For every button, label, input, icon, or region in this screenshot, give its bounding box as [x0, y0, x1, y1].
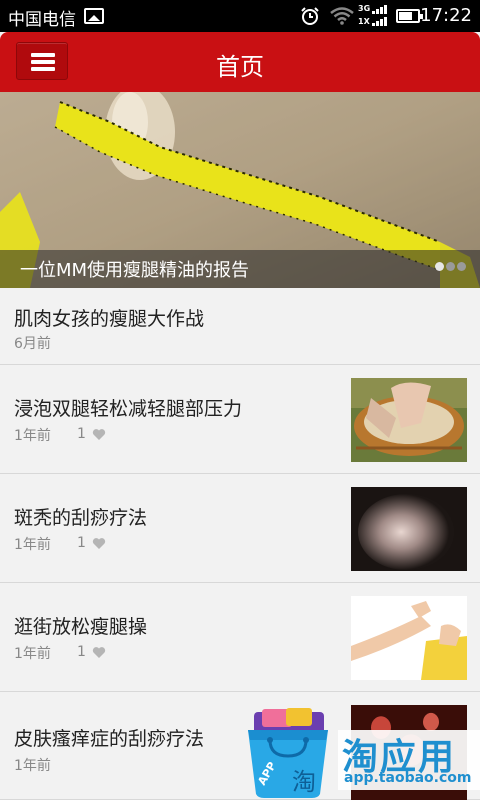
taobao-app-icon[interactable]: APP 淘: [242, 706, 334, 800]
article-title: 逛街放松瘦腿操: [14, 616, 148, 638]
article-title: 肌肉女孩的瘦腿大作战: [14, 308, 205, 330]
leg-exercise-image: [351, 596, 467, 680]
article-thumbnail: [351, 378, 467, 462]
network-1x-label: 1X: [358, 17, 370, 26]
list-item[interactable]: 肌肉女孩的瘦腿大作战 6月前: [0, 288, 480, 365]
alarm-icon: [301, 7, 319, 25]
shopping-bag-icon: APP 淘: [248, 708, 328, 798]
article-time: 6月前: [14, 336, 51, 352]
banner-dot[interactable]: [457, 262, 466, 271]
article-title: 斑秃的刮痧疗法: [14, 507, 148, 529]
page-title: 首页: [216, 53, 264, 81]
taobao-promo[interactable]: 淘应用 app.taobao.com: [338, 730, 480, 790]
banner-page-indicator: [433, 256, 466, 275]
article-thumbnail: [351, 487, 467, 571]
list-item[interactable]: 斑秃的刮痧疗法 1年前 1: [0, 474, 480, 583]
network-3g-label: 3G: [358, 4, 371, 13]
app-header: 首页: [0, 32, 480, 92]
image-notification-icon: [84, 8, 104, 24]
heart-icon[interactable]: [92, 537, 106, 550]
like-count: 1: [77, 535, 86, 551]
battery-level-fill: [399, 12, 412, 20]
article-thumbnail: [351, 596, 467, 680]
taobao-url: app.taobao.com: [344, 770, 472, 786]
list-item[interactable]: 浸泡双腿轻松减轻腿部压力 1年前 1: [0, 365, 480, 474]
footbath-image: [351, 378, 467, 462]
banner-dot[interactable]: [446, 262, 455, 271]
article-time: 1年前: [14, 758, 51, 774]
article-time: 1年前: [14, 428, 51, 444]
clock: 17:22: [420, 5, 472, 26]
article-title: 浸泡双腿轻松减轻腿部压力: [14, 398, 243, 420]
status-bar: 中国电信 3G 1X 17:22: [0, 0, 480, 32]
list-item[interactable]: 逛街放松瘦腿操 1年前 1: [0, 583, 480, 692]
banner-dot[interactable]: [435, 262, 444, 271]
banner-caption: 一位MM使用瘦腿精油的报告: [20, 260, 250, 281]
heart-icon[interactable]: [92, 646, 106, 659]
wifi-icon: [330, 7, 354, 25]
signal-bars-icon: [372, 17, 387, 26]
featured-banner[interactable]: 一位MM使用瘦腿精油的报告: [0, 92, 480, 288]
like-count: 1: [77, 426, 86, 442]
signal-bars-icon: [372, 5, 387, 14]
article-title: 皮肤瘙痒症的刮痧疗法: [14, 728, 205, 750]
article-time: 1年前: [14, 537, 51, 553]
carrier-label: 中国电信: [8, 10, 76, 30]
heart-icon[interactable]: [92, 428, 106, 441]
scalp-image: [351, 487, 467, 571]
battery-icon: [396, 9, 423, 23]
network-indicator: 3G 1X: [358, 4, 392, 28]
article-time: 1年前: [14, 646, 51, 662]
bag-tao-label: 淘: [292, 768, 316, 796]
like-count: 1: [77, 644, 86, 660]
